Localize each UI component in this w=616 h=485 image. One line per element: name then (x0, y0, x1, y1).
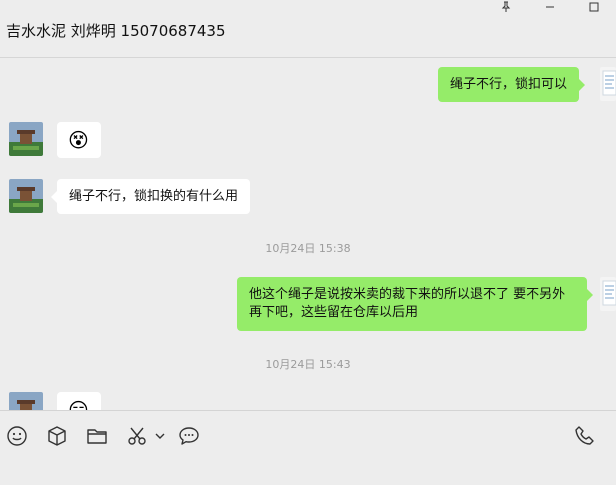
message-bubble-incoming[interactable]: 😵 (57, 122, 101, 158)
package-icon[interactable] (46, 425, 68, 447)
message-bubble-incoming[interactable]: 😑 (57, 392, 101, 410)
timestamp: 10月24日 15:38 (265, 242, 351, 255)
timestamp: 10月24日 15:43 (265, 358, 351, 371)
message-list[interactable]: 绳子不行，锁扣可以 😵 绳子不行，锁扣换的有什么用 10月24日 15:38 他… (0, 59, 616, 410)
message-bubble-outgoing[interactable]: 他这个绳子是说按米卖的裁下来的所以退不了 要不另外再下吧，这些留在仓库以后用 (237, 277, 593, 331)
chevron-down-icon[interactable] (154, 425, 166, 447)
chat-title: 吉水水泥 刘烨明 15070687435 (6, 22, 226, 40)
input-toolbar (0, 410, 616, 485)
pin-icon[interactable] (496, 0, 516, 14)
emoji-sticker: 😑 (68, 398, 89, 410)
folder-icon[interactable] (86, 425, 108, 447)
scissors-icon[interactable] (126, 425, 148, 447)
avatar-contact[interactable] (9, 392, 43, 410)
avatar-contact[interactable] (9, 179, 43, 213)
avatar-self[interactable] (600, 67, 616, 101)
message-text: 绳子不行，锁扣可以 (450, 77, 568, 92)
emoji-sticker: 😵 (68, 128, 89, 152)
avatar-self[interactable] (600, 277, 616, 311)
phone-icon[interactable] (574, 425, 596, 447)
message-bubble-outgoing[interactable]: 绳子不行，锁扣可以 (438, 67, 586, 102)
avatar-contact[interactable] (9, 122, 43, 156)
message-text: 绳子不行，锁扣换的有什么用 (69, 189, 239, 204)
chat-bubble-icon[interactable] (178, 425, 200, 447)
minimize-icon[interactable] (540, 0, 560, 14)
emoji-icon[interactable] (6, 425, 28, 447)
message-text: 他这个绳子是说按米卖的裁下来的所以退不了 要不另外再下吧，这些留在仓库以后用 (249, 287, 566, 320)
message-bubble-incoming[interactable]: 绳子不行，锁扣换的有什么用 (50, 179, 251, 214)
maximize-icon[interactable] (584, 0, 604, 14)
chat-header: 吉水水泥 刘烨明 15070687435 (0, 0, 616, 58)
